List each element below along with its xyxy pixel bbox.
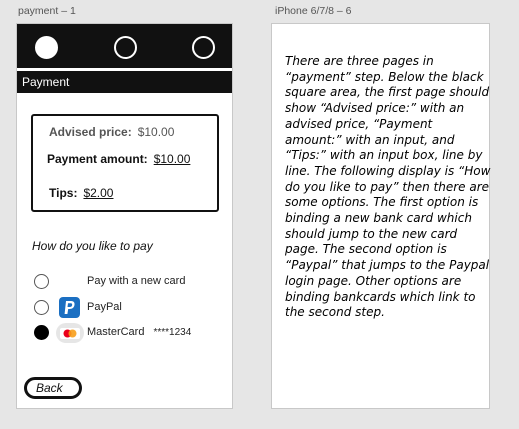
step-2-indicator[interactable]: [114, 36, 137, 59]
new-card-label: Pay with a new card: [87, 275, 186, 287]
mastercard-label: MasterCard ****1234: [87, 326, 191, 338]
mastercard-name: MasterCard: [87, 326, 145, 338]
paypal-label: PayPal: [87, 301, 122, 313]
tips-label: Tips:: [49, 186, 78, 200]
payment-header: Payment: [17, 71, 232, 93]
paypal-icon: [59, 297, 80, 318]
payment-amount-row: Payment amount: $10.00: [47, 152, 190, 166]
step-1-indicator[interactable]: [35, 36, 58, 59]
paypal-radio[interactable]: [34, 300, 49, 315]
tips-input[interactable]: $2.00: [83, 186, 113, 200]
option-new-card[interactable]: Pay with a new card: [32, 271, 227, 293]
payment-artboard: Payment Advised price: $10.00 Payment amo…: [16, 23, 233, 409]
mastercard-radio[interactable]: [34, 325, 49, 340]
mastercard-card-number: ****1234: [153, 327, 192, 338]
option-mastercard[interactable]: MasterCard ****1234: [32, 322, 227, 344]
price-summary-box: Advised price: $10.00 Payment amount: $10.…: [31, 114, 219, 212]
payment-amount-label: Payment amount:: [47, 152, 148, 166]
new-card-radio[interactable]: [34, 274, 49, 289]
notes-artboard: There are three pages in “payment” step.…: [271, 23, 490, 409]
steps-progress-bar: [17, 24, 232, 68]
payment-amount-input[interactable]: $10.00: [154, 152, 191, 166]
notes-description: There are three pages in “payment” step.…: [285, 54, 491, 320]
step-3-indicator[interactable]: [192, 36, 215, 59]
advised-price-value: $10.00: [137, 125, 175, 139]
artboard-title-notes: iPhone 6/7/8 – 6: [275, 5, 352, 17]
artboard-title-payment: payment – 1: [18, 5, 76, 17]
back-button[interactable]: Back: [24, 377, 82, 399]
option-paypal[interactable]: PayPal: [32, 297, 227, 319]
advised-price-label: Advised price:: [49, 125, 132, 139]
tips-row: Tips: $2.00: [49, 186, 113, 200]
payment-method-question: How do you like to pay: [32, 239, 153, 253]
advised-price-row: Advised price: $10.00: [49, 125, 174, 139]
mastercard-icon: [56, 323, 84, 343]
